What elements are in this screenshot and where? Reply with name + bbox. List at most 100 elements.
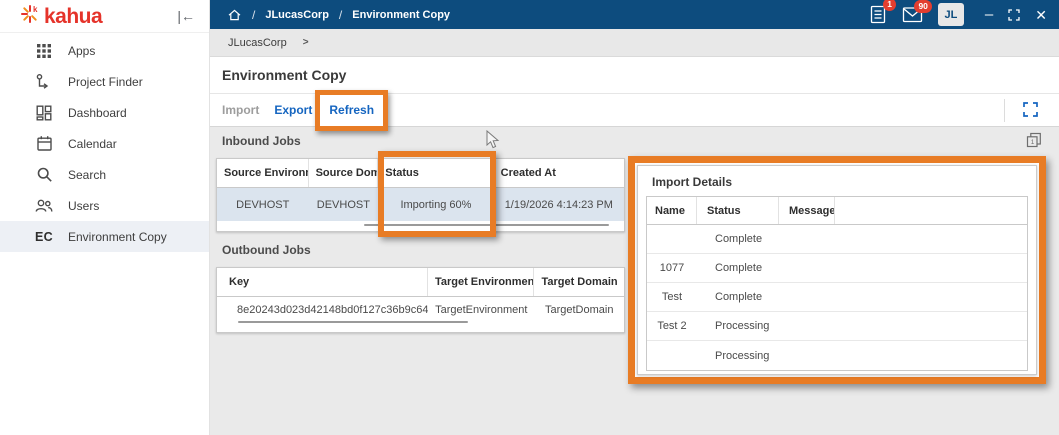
outbound-jobs-heading: Outbound Jobs: [222, 243, 311, 257]
topbar: / JLucasCorp / Environment Copy 1 90 JL …: [210, 0, 1059, 29]
home-icon[interactable]: [227, 8, 242, 22]
breadcrumb-separator: /: [338, 7, 343, 22]
cell-target-domain: TargetDomain: [544, 303, 614, 316]
tasks-button[interactable]: 1: [869, 0, 896, 25]
import-details-highlight-annotation: Import Details Name Status Message Compl…: [628, 156, 1046, 384]
breadcrumb-app[interactable]: Environment Copy: [352, 9, 450, 21]
outbound-table-row[interactable]: 8e20243d023d42148bd0f127c36b9c64 TargetE…: [217, 297, 624, 322]
sidebar-item-dashboard[interactable]: Dashboard: [0, 97, 209, 128]
import-details-table: Name Status Message Complete 1077 Comple…: [646, 196, 1028, 371]
messages-badge: 90: [914, 0, 932, 13]
cell-created-at: 1/19/2026 4:14:23 PM: [504, 198, 613, 211]
kahua-logo-text: kahua: [44, 4, 103, 28]
window-maximize-icon[interactable]: [1008, 8, 1020, 21]
cell-target-environment: TargetEnvironment: [435, 303, 528, 316]
user-avatar[interactable]: JL: [937, 3, 964, 26]
column-header: Target Domain: [541, 276, 618, 288]
sidebar-item-label: Users: [68, 198, 100, 213]
logo-row: k kahua |←: [0, 0, 209, 33]
sidebar-item-calendar[interactable]: Calendar: [0, 128, 209, 159]
horizontal-scrollbar[interactable]: [364, 224, 609, 226]
sidebar-item-label: Environment Copy: [68, 229, 167, 244]
refresh-button-wrap: Refresh: [315, 90, 389, 131]
svg-text:k: k: [33, 5, 38, 14]
cell-name: Test 2: [657, 320, 687, 332]
refresh-button[interactable]: Refresh: [329, 103, 374, 117]
cell-source-domain: DEVHOST: [316, 198, 370, 211]
cell-name: 1077: [659, 262, 685, 274]
import-details-heading: Import Details: [652, 175, 733, 189]
column-header: Target Environment: [428, 268, 535, 296]
inbound-jobs-heading: Inbound Jobs: [222, 134, 301, 148]
context-company-link[interactable]: JLucasCorp: [228, 37, 287, 49]
import-button[interactable]: Import: [222, 103, 259, 117]
search-icon: [35, 166, 53, 184]
sidebar-item-label: Search: [68, 167, 107, 182]
cell-status: Processing: [715, 320, 770, 332]
sidebar-nav: Apps Project Finder Dashboard Calendar S…: [0, 33, 209, 252]
outbound-jobs-table: Key Target Environment Target Domain 8e2…: [216, 267, 625, 333]
cell-status: Complete: [715, 262, 763, 274]
users-icon: [35, 197, 53, 215]
export-button[interactable]: Export: [274, 103, 312, 117]
content-area: 1 Inbound Jobs Source Environment Source…: [210, 127, 1059, 435]
title-row: Environment Copy: [210, 57, 1059, 94]
inbound-table-header: Source Environment Source Domain Status …: [217, 159, 624, 188]
column-header: Name: [647, 197, 697, 224]
breadcrumb-separator: /: [252, 7, 256, 22]
sidebar-item-environment-copy[interactable]: EC Environment Copy: [0, 221, 209, 252]
project-finder-icon: [35, 73, 53, 91]
cell-name: Test: [661, 291, 683, 303]
column-header: Source Environment: [217, 159, 309, 187]
sidebar: k kahua |← Apps Project Finder Dashboard…: [0, 0, 210, 435]
breadcrumb: / JLucasCorp / Environment Copy: [227, 8, 450, 22]
environment-copy-ec-icon: EC: [35, 229, 53, 244]
import-details-row[interactable]: 1077 Complete: [647, 254, 1027, 283]
column-header: Source Domain: [309, 159, 379, 187]
import-details-row[interactable]: Processing: [647, 341, 1027, 370]
cell-status: Complete: [715, 233, 763, 245]
window-minimize-icon[interactable]: –: [985, 7, 993, 22]
calendar-icon: [35, 135, 53, 153]
column-header: Key: [217, 268, 428, 296]
sidebar-collapse-icon[interactable]: |←: [177, 8, 195, 24]
kahua-logo-icon: k: [19, 3, 41, 30]
import-details-header: Name Status Message: [647, 197, 1027, 225]
sidebar-item-label: Dashboard: [68, 105, 127, 120]
messages-button[interactable]: 90: [902, 0, 932, 23]
inbound-table-row-selected[interactable]: DEVHOST DEVHOST Importing 60% 1/19/2026 …: [217, 188, 624, 221]
inbound-jobs-table: Source Environment Source Domain Status …: [216, 158, 625, 232]
column-header: Status: [697, 197, 779, 224]
outbound-table-header: Key Target Environment Target Domain: [217, 268, 624, 297]
dashboard-icon: [35, 104, 53, 122]
expand-fullscreen-icon[interactable]: [1023, 102, 1038, 117]
detach-pane-icon[interactable]: 1: [1026, 132, 1042, 148]
sidebar-item-users[interactable]: Users: [0, 190, 209, 221]
import-details-row[interactable]: Test 2 Processing: [647, 312, 1027, 341]
context-breadcrumb-bar: JLucasCorp >: [210, 29, 1059, 57]
toolbar: Import Export Refresh: [210, 90, 1059, 131]
breadcrumb-company[interactable]: JLucasCorp: [265, 9, 329, 21]
cell-source-environment: DEVHOST: [236, 198, 290, 211]
column-header: Message: [779, 197, 835, 224]
toolbar-divider: [1004, 99, 1005, 122]
cell-key: 8e20243d023d42148bd0f127c36b9c64: [237, 303, 429, 316]
sidebar-item-label: Project Finder: [68, 74, 143, 89]
topbar-right-controls: 1 90 JL – ✕: [869, 0, 1059, 26]
column-header-filler: [835, 197, 1027, 224]
import-details-row[interactable]: Complete: [647, 225, 1027, 254]
column-header: Created At: [500, 167, 556, 179]
import-details-panel: Import Details Name Status Message Compl…: [637, 165, 1037, 375]
cell-status: Complete: [715, 291, 763, 303]
page-title: Environment Copy: [222, 67, 347, 83]
sidebar-item-label: Apps: [68, 43, 96, 58]
window-close-icon[interactable]: ✕: [1035, 8, 1047, 22]
tasks-badge: 1: [883, 0, 896, 11]
sidebar-item-project-finder[interactable]: Project Finder: [0, 66, 209, 97]
import-details-row[interactable]: Test Complete: [647, 283, 1027, 312]
sidebar-item-apps[interactable]: Apps: [0, 35, 209, 66]
apps-grid-icon: [35, 42, 53, 60]
horizontal-scrollbar[interactable]: [238, 321, 468, 323]
sidebar-item-search[interactable]: Search: [0, 159, 209, 190]
cell-status: Importing 60%: [400, 198, 472, 211]
